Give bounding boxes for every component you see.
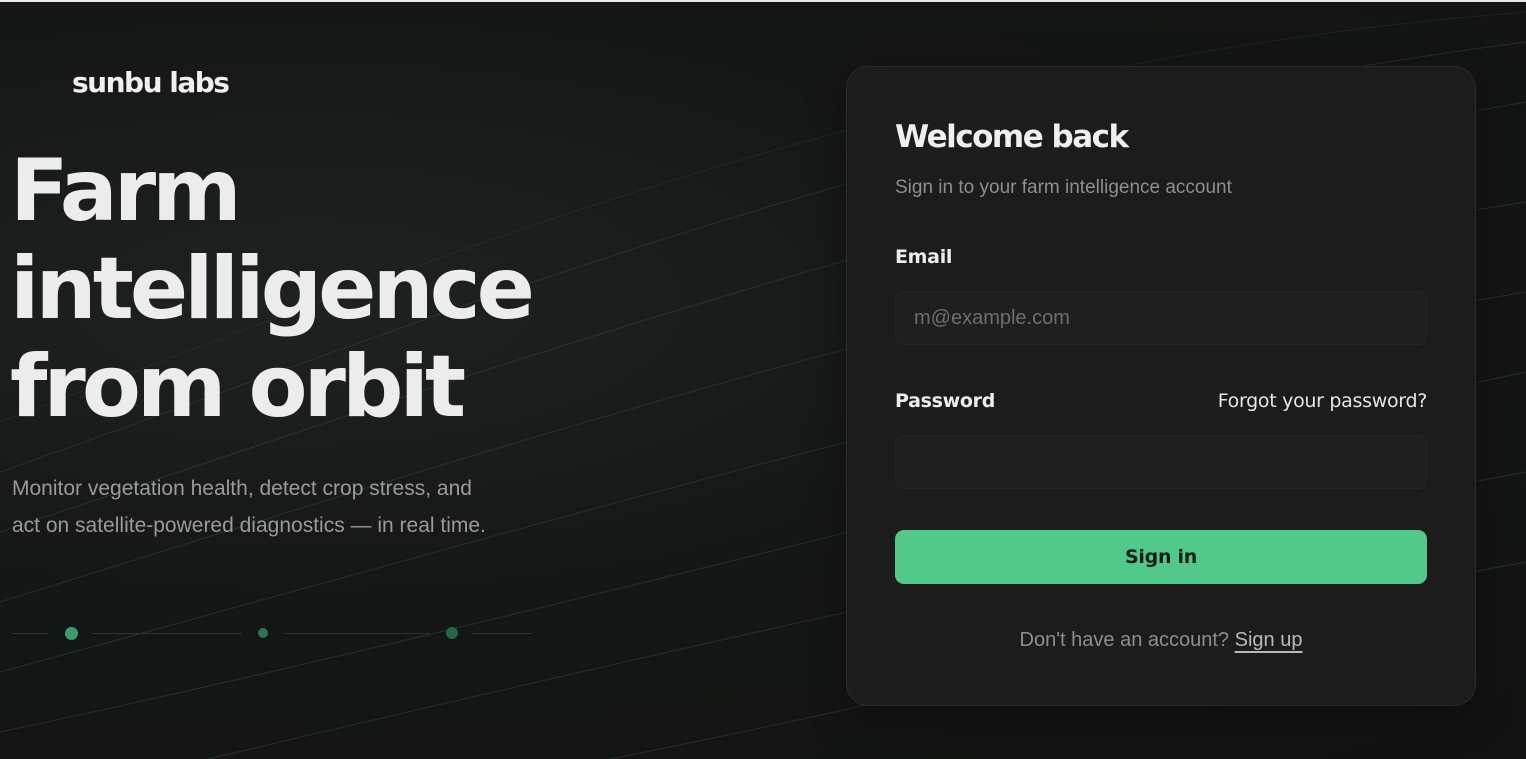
email-field[interactable] bbox=[895, 291, 1427, 345]
dots-divider-line bbox=[92, 633, 242, 634]
sign-in-button[interactable]: Sign in bbox=[895, 530, 1427, 584]
dot bbox=[446, 627, 458, 639]
password-label: Password bbox=[895, 390, 996, 412]
hero-subtitle: Monitor vegetation health, detect crop s… bbox=[12, 470, 572, 544]
card-subtitle: Sign in to your farm intelligence accoun… bbox=[895, 177, 1232, 198]
dots-divider-line bbox=[284, 633, 430, 634]
hero-subtitle-line-1: Monitor vegetation health, detect crop s… bbox=[12, 477, 472, 500]
hero-title-line-2: intelligence bbox=[10, 239, 535, 339]
signup-prompt: Don't have an account? bbox=[1019, 629, 1230, 651]
dots-divider-line bbox=[12, 633, 48, 634]
brand-logo: sunbu labs bbox=[72, 66, 230, 99]
email-label: Email bbox=[895, 246, 953, 268]
dots-divider-line bbox=[472, 633, 532, 634]
hero-title-line-1: Farm bbox=[10, 141, 242, 241]
login-card: Welcome back Sign in to your farm intell… bbox=[846, 66, 1476, 706]
hero-title-line-3: from orbit bbox=[10, 337, 466, 437]
card-title: Welcome back bbox=[895, 119, 1129, 155]
signup-row: Don't have an account? Sign up bbox=[847, 629, 1475, 652]
hero-subtitle-line-2: act on satellite-powered diagnostics — i… bbox=[12, 514, 486, 537]
active-dot bbox=[65, 627, 78, 640]
forgot-password-link[interactable]: Forgot your password? bbox=[1218, 390, 1428, 412]
password-field[interactable] bbox=[895, 435, 1427, 489]
hero-title: Farm intelligence from orbit bbox=[10, 142, 630, 436]
sign-up-link[interactable]: Sign up bbox=[1235, 629, 1303, 651]
login-page: sunbu labs Farm intelligence from orbit … bbox=[0, 0, 1526, 759]
progress-dots bbox=[12, 624, 532, 644]
dot bbox=[258, 628, 268, 638]
